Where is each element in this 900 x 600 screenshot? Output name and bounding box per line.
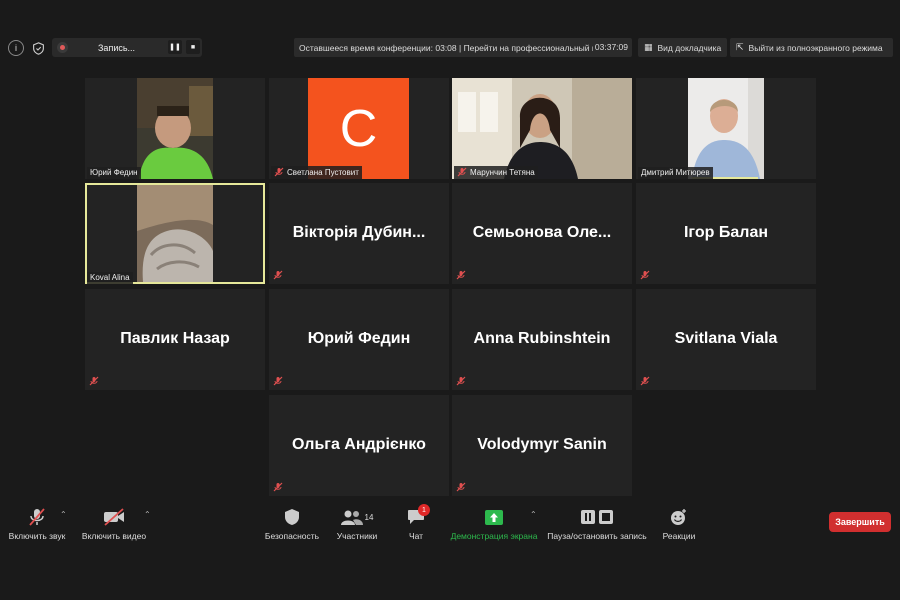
security-button[interactable]: Безопасность	[262, 506, 322, 541]
time-remaining-banner[interactable]: Оставшееся время конференции: 03:08 | Пе…	[294, 38, 632, 57]
speaker-view-label: Вид докладчика	[657, 42, 722, 53]
participant-tile[interactable]: Юрий Федин	[269, 289, 449, 390]
pause-stop-icon	[581, 510, 613, 524]
mic-muted-icon	[273, 482, 283, 492]
participant-video	[137, 78, 213, 179]
audio-options-chevron-icon[interactable]: ⌃	[60, 510, 67, 519]
participant-name: Марунчин Тетяна	[470, 167, 535, 177]
pause-recording-button[interactable]: ❚❚	[168, 40, 182, 54]
mic-muted-icon	[640, 270, 650, 280]
recording-label: Запись...	[98, 42, 136, 53]
shield-icon	[285, 509, 299, 525]
participant-tile[interactable]: Anna Rubinshtein	[452, 289, 632, 390]
chat-unread-badge: 1	[418, 504, 430, 516]
start-video-button[interactable]: Включить видео	[80, 506, 148, 541]
share-screen-button[interactable]: Демонстрация экрана	[448, 506, 540, 541]
speaker-view-button[interactable]: ▦ Вид докладчика	[638, 38, 728, 57]
security-label: Безопасность	[264, 531, 320, 541]
mic-muted-icon	[273, 376, 283, 386]
participant-name: Павлик Назар	[120, 330, 230, 347]
participant-tile[interactable]: Павлик Назар	[85, 289, 265, 390]
participant-name: Svitlana Viala	[674, 330, 778, 347]
participant-tile[interactable]: Ольга Андрієнко	[269, 395, 449, 496]
grid-icon: ▦	[644, 42, 653, 52]
share-screen-label: Демонстрация экрана	[450, 531, 538, 541]
participant-video	[137, 185, 213, 282]
participant-name: Светлана Пустовит	[287, 167, 359, 177]
mic-muted-icon	[273, 270, 283, 280]
participant-avatar: C	[308, 78, 409, 179]
smiley-icon	[671, 509, 686, 525]
participant-tile[interactable]: Марунчин Тетяна	[452, 78, 632, 179]
mic-muted-icon	[456, 270, 466, 280]
mic-muted-icon	[29, 508, 45, 526]
exit-fullscreen-label: Выйти из полноэкранного режима	[748, 42, 883, 53]
participant-name: Volodymyr Sanin	[477, 436, 607, 453]
unmute-button[interactable]: Включить звук	[6, 506, 68, 541]
participant-name-tag: Дмитрий Митюрев	[638, 167, 713, 179]
unmute-label: Включить звук	[8, 531, 66, 541]
reactions-label: Реакции	[662, 531, 696, 541]
mic-muted-icon	[89, 376, 99, 386]
pause-stop-recording-label: Пауза/остановить запись	[547, 531, 647, 541]
meeting-timer: 03:37:09	[592, 42, 628, 52]
participant-name-tag: Светлана Пустовит	[271, 166, 362, 179]
participant-tile[interactable]: Ігор Балан	[636, 183, 816, 284]
banner-text: Оставшееся время конференции: 03:08 | Пе…	[299, 42, 611, 53]
chat-button[interactable]: 1 Чат	[404, 504, 430, 541]
participant-tile[interactable]: C Светлана Пустовит	[269, 78, 449, 179]
info-icon[interactable]: i	[8, 40, 24, 56]
avatar-letter: C	[339, 99, 378, 158]
stop-recording-button[interactable]: ■	[186, 40, 200, 54]
start-video-label: Включить видео	[81, 531, 147, 541]
participant-tile[interactable]: Семьонова Оле...	[452, 183, 632, 284]
participant-video	[688, 78, 764, 179]
participant-tile-active-speaker[interactable]: Koval Alina	[85, 183, 265, 284]
participant-name: Ольга Андрієнко	[292, 436, 426, 453]
participants-button[interactable]: 14 Участники	[333, 506, 381, 541]
share-screen-icon	[485, 509, 503, 525]
participant-video	[452, 78, 632, 179]
share-options-chevron-icon[interactable]: ⌃	[530, 510, 537, 519]
participant-name: Вікторія Дубин...	[292, 224, 426, 241]
mic-muted-icon	[457, 167, 467, 177]
participant-name: Anna Rubinshtein	[473, 330, 611, 347]
exit-fullscreen-icon: ⇱	[736, 42, 744, 52]
shield-check-icon[interactable]	[30, 40, 46, 56]
video-off-icon	[104, 508, 124, 526]
participants-count: 14	[364, 512, 374, 522]
participant-tile[interactable]: Вікторія Дубин...	[269, 183, 449, 284]
participant-tile[interactable]: Svitlana Viala	[636, 289, 816, 390]
participant-tile[interactable]: Юрий Федин	[85, 78, 265, 179]
pause-stop-recording-button[interactable]: Пауза/остановить запись	[546, 506, 648, 541]
video-options-chevron-icon[interactable]: ⌃	[144, 510, 151, 519]
participant-name: Koval Alina	[90, 273, 130, 282]
recording-indicator: Запись... ❚❚ ■	[52, 38, 202, 57]
participant-name-tag: Марунчин Тетяна	[454, 166, 538, 179]
record-dot-icon	[57, 42, 68, 53]
participant-name: Дмитрий Митюрев	[641, 168, 710, 177]
end-meeting-button[interactable]: Завершить	[829, 512, 891, 532]
participants-icon	[340, 510, 363, 525]
participant-name: Ігор Балан	[683, 224, 768, 241]
chat-label: Чат	[408, 531, 424, 541]
participant-name: Юрий Федин	[307, 330, 411, 347]
participants-label: Участники	[336, 531, 378, 541]
mic-muted-icon	[274, 167, 284, 177]
participant-tile[interactable]: Volodymyr Sanin	[452, 395, 632, 496]
participant-name: Юрий Федин	[90, 168, 138, 177]
meeting-toolbar: Включить звук ⌃ Включить видео ⌃ Безопас…	[0, 500, 900, 550]
reactions-button[interactable]: Реакции	[660, 506, 698, 541]
participant-name: Семьонова Оле...	[472, 224, 612, 241]
participant-name-tag: Юрий Федин	[87, 167, 141, 179]
mic-muted-icon	[456, 376, 466, 386]
mic-muted-icon	[456, 482, 466, 492]
top-bar: i Запись... ❚❚ ■ Оставшееся время конфер…	[0, 38, 900, 58]
mic-muted-icon	[640, 376, 650, 386]
participant-name-tag: Koval Alina	[87, 272, 133, 284]
participant-tile[interactable]: Дмитрий Митюрев	[636, 78, 816, 179]
exit-fullscreen-button[interactable]: ⇱ Выйти из полноэкранного режима	[730, 38, 893, 57]
